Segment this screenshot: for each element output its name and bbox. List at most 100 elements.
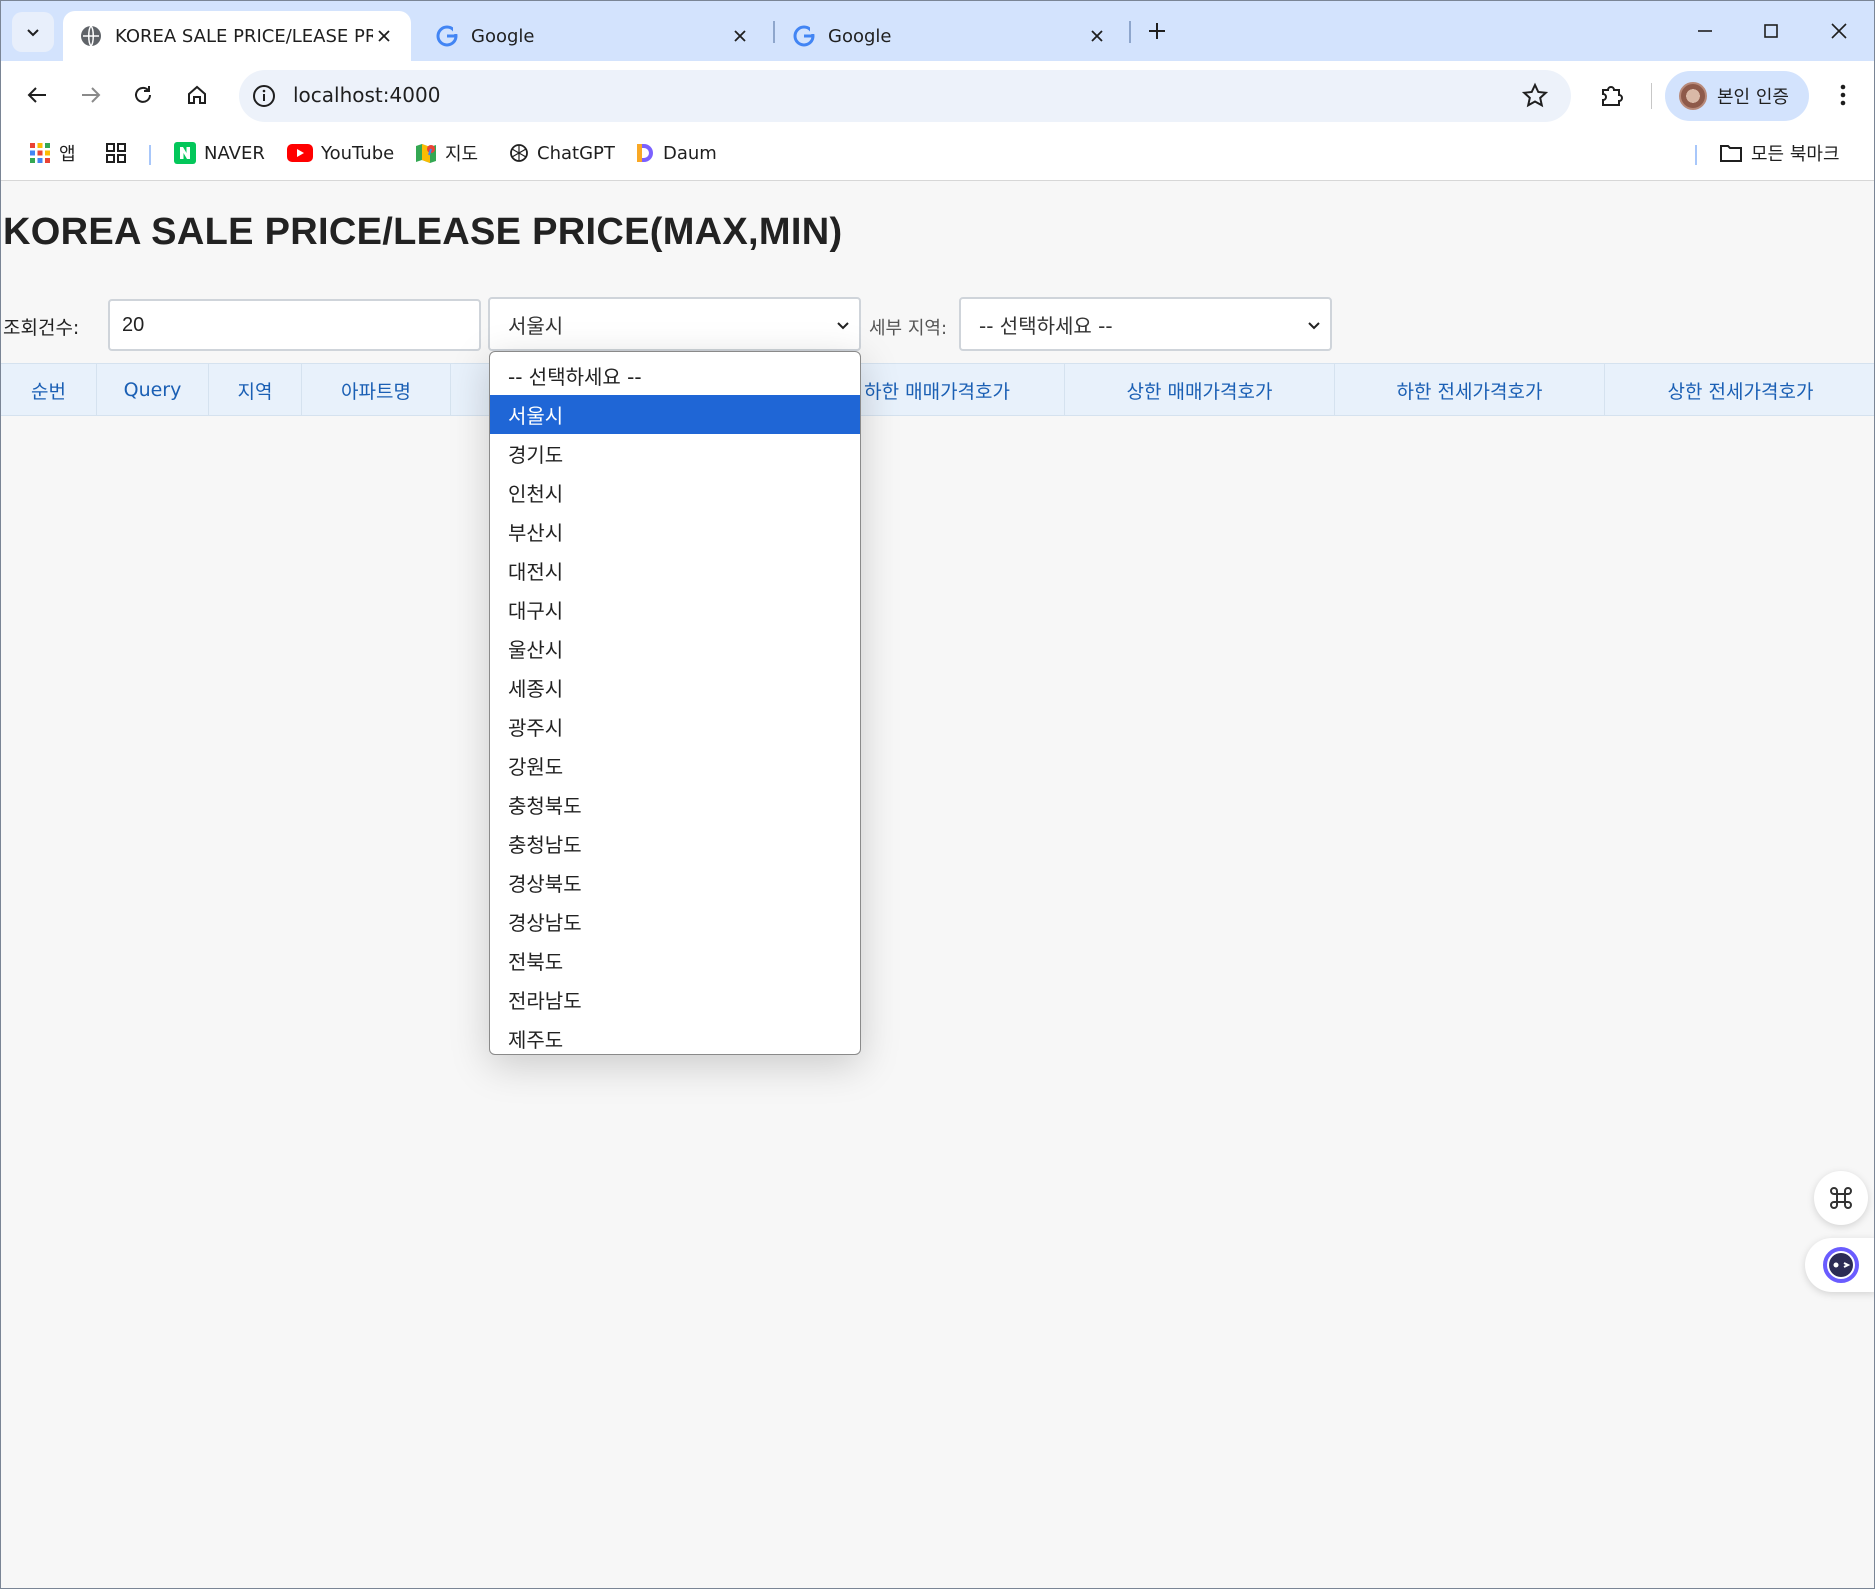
arrow-right-icon bbox=[82, 87, 101, 103]
column-header[interactable]: 하한 전세가격호가 bbox=[1335, 364, 1605, 416]
dropdown-option[interactable]: 대구시 bbox=[490, 590, 860, 629]
chevron-down-icon bbox=[837, 322, 849, 330]
tab-groups-icon bbox=[106, 143, 126, 163]
region-selected-value: 서울시 bbox=[508, 313, 564, 338]
minimize-button[interactable] bbox=[1689, 15, 1721, 47]
sub-region-selected-value: -- 선택하세요 -- bbox=[979, 313, 1113, 338]
dropdown-option[interactable]: 인천시 bbox=[490, 473, 860, 512]
column-header[interactable]: Query bbox=[97, 364, 209, 416]
reload-button[interactable] bbox=[123, 75, 163, 115]
dropdown-option[interactable]: 전라남도 bbox=[490, 980, 860, 1019]
url-text: localhost:4000 bbox=[293, 83, 441, 107]
column-header[interactable]: 순번 bbox=[1, 364, 97, 416]
forward-button[interactable] bbox=[71, 75, 111, 115]
dropdown-option[interactable]: 경기도 bbox=[490, 434, 860, 473]
bookmark-label: 앱 bbox=[59, 144, 76, 165]
bookmark-naver[interactable]: NAVER bbox=[174, 139, 265, 167]
bookmark-label: NAVER bbox=[204, 142, 265, 164]
all-bookmarks-button[interactable]: 모든 북마크 bbox=[1719, 139, 1840, 167]
back-button[interactable] bbox=[17, 75, 57, 115]
tab-search-button[interactable] bbox=[12, 12, 54, 52]
profile-button[interactable]: 본인 인증 bbox=[1665, 71, 1809, 121]
dropdown-option[interactable]: 충청북도 bbox=[490, 785, 860, 824]
bookmark-label: Daum bbox=[663, 142, 717, 164]
dropdown-option-selected[interactable]: 서울시 bbox=[490, 395, 860, 434]
google-icon bbox=[436, 25, 459, 47]
bookmark-youtube[interactable]: YouTube bbox=[287, 139, 394, 167]
tab-separator bbox=[773, 21, 775, 43]
maps-icon bbox=[416, 144, 436, 163]
close-icon[interactable] bbox=[373, 25, 395, 47]
command-icon bbox=[1830, 1187, 1852, 1209]
bookmark-label: ChatGPT bbox=[537, 142, 615, 164]
naver-icon bbox=[174, 142, 196, 164]
bookmark-maps[interactable]: 지도 bbox=[415, 139, 478, 167]
plus-icon bbox=[1149, 23, 1165, 39]
assistant-widget-button[interactable] bbox=[1805, 1238, 1874, 1292]
dropdown-option[interactable]: 부산시 bbox=[490, 512, 860, 551]
bookmark-label: 지도 bbox=[445, 144, 479, 165]
new-tab-button[interactable] bbox=[1141, 15, 1173, 47]
tab-title: KOREA SALE PRICE/LEASE PRIC bbox=[115, 25, 373, 47]
sub-region-label: 세부 지역: bbox=[869, 318, 948, 339]
tab-title: Google bbox=[828, 25, 892, 47]
dropdown-option[interactable]: 제주도 bbox=[490, 1019, 860, 1054]
avatar bbox=[1679, 82, 1707, 110]
home-button[interactable] bbox=[177, 75, 217, 115]
extensions-button[interactable] bbox=[1593, 75, 1629, 115]
tab-google-1[interactable]: Google bbox=[419, 11, 767, 61]
all-bookmarks-label: 모든 북마크 bbox=[1751, 144, 1840, 165]
maximize-button[interactable] bbox=[1755, 15, 1787, 47]
tab-google-2[interactable]: Google bbox=[776, 11, 1124, 61]
maximize-icon bbox=[1764, 24, 1778, 38]
bookmark-apps[interactable]: 앱 bbox=[29, 139, 76, 167]
page-title: KOREA SALE PRICE/LEASE PRICE(MAX,MIN) bbox=[3, 211, 843, 253]
close-icon[interactable] bbox=[729, 25, 751, 47]
puzzle-icon bbox=[1602, 86, 1623, 106]
bookmark-tab-groups[interactable] bbox=[105, 139, 127, 167]
bookmark-separator bbox=[149, 145, 151, 165]
dropdown-option[interactable]: 울산시 bbox=[490, 629, 860, 668]
column-header[interactable]: 상한 매매가격호가 bbox=[1065, 364, 1335, 416]
table-header: 순번 Query 지역 아파트명 하한 매매가격호가 상한 매매가격호가 하한 … bbox=[1, 363, 1874, 416]
column-header[interactable]: 지역 bbox=[209, 364, 302, 416]
bookmark-daum[interactable]: Daum bbox=[635, 139, 717, 167]
column-header[interactable]: 아파트명 bbox=[302, 364, 451, 416]
sub-region-select[interactable]: -- 선택하세요 -- bbox=[959, 297, 1332, 351]
address-bar[interactable]: localhost:4000 bbox=[239, 70, 1571, 122]
count-input[interactable] bbox=[108, 299, 481, 351]
reload-icon bbox=[135, 86, 151, 103]
dropdown-option[interactable]: 충청남도 bbox=[490, 824, 860, 863]
dropdown-option[interactable]: 대전시 bbox=[490, 551, 860, 590]
bookmark-chatgpt[interactable]: ChatGPT bbox=[509, 139, 615, 167]
dropdown-option[interactable]: 세종시 bbox=[490, 668, 860, 707]
dropdown-option[interactable]: 경상북도 bbox=[490, 863, 860, 902]
close-window-button[interactable] bbox=[1823, 15, 1855, 47]
tab-separator bbox=[1129, 21, 1131, 43]
dropdown-option[interactable]: -- 선택하세요 -- bbox=[490, 356, 860, 395]
count-label: 조회건수: bbox=[3, 317, 80, 339]
shortcut-widget-button[interactable] bbox=[1814, 1171, 1868, 1225]
close-icon bbox=[1831, 23, 1847, 39]
tab-strip: KOREA SALE PRICE/LEASE PRIC Google Googl… bbox=[1, 1, 1874, 61]
browser-toolbar: localhost:4000 본인 인증 앱 NAVER YouTube 지도 … bbox=[1, 61, 1874, 181]
browser-menu-button[interactable] bbox=[1825, 75, 1861, 115]
assistant-face-icon bbox=[1822, 1247, 1859, 1283]
chevron-down-icon bbox=[1308, 322, 1320, 330]
bookmarks-bar: 앱 NAVER YouTube 지도 ChatGPT Daum 모든 북마크 bbox=[1, 133, 1874, 173]
chevron-down-icon bbox=[27, 29, 39, 37]
close-icon[interactable] bbox=[1086, 25, 1108, 47]
region-select[interactable]: 서울시 bbox=[488, 297, 861, 351]
more-vert-icon bbox=[1840, 84, 1846, 106]
info-icon[interactable] bbox=[251, 83, 277, 109]
tab-korea-sale[interactable]: KOREA SALE PRICE/LEASE PRIC bbox=[63, 11, 411, 61]
dropdown-option[interactable]: 강원도 bbox=[490, 746, 860, 785]
column-header[interactable]: 상한 전세가격호가 bbox=[1605, 364, 1874, 416]
dropdown-option[interactable]: 경상남도 bbox=[490, 902, 860, 941]
bookmark-star-icon[interactable] bbox=[1521, 82, 1549, 110]
dropdown-option[interactable]: 전북도 bbox=[490, 941, 860, 980]
dropdown-option[interactable]: 광주시 bbox=[490, 707, 860, 746]
home-icon bbox=[188, 85, 206, 104]
youtube-icon bbox=[287, 144, 313, 162]
tab-title: Google bbox=[471, 25, 535, 47]
